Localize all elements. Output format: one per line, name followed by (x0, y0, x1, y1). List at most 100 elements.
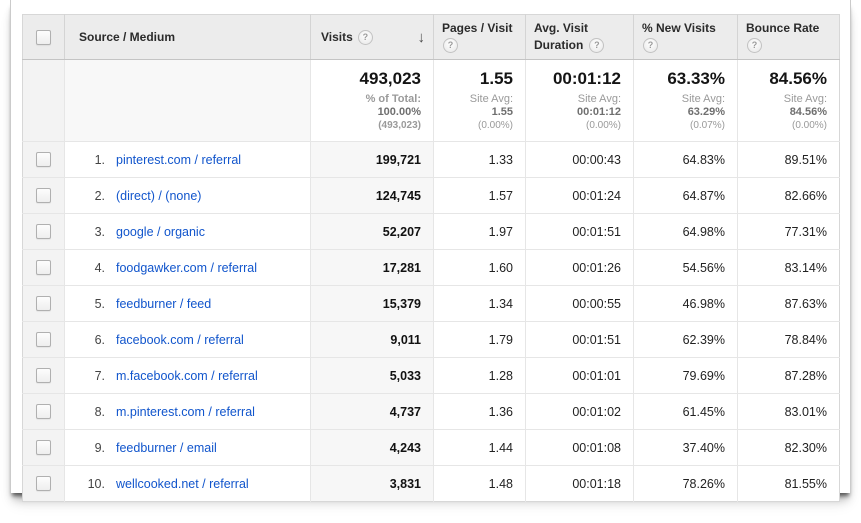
avg-duration-cell: 00:00:55 (526, 286, 634, 322)
row-checkbox[interactable] (36, 152, 51, 167)
row-checkbox[interactable] (36, 332, 51, 347)
row-rank: 1. (79, 153, 105, 167)
pages-visit-cell: 1.60 (434, 250, 526, 286)
source-medium-link[interactable]: m.facebook.com / referral (116, 369, 258, 383)
table-row: 7. m.facebook.com / referral 5,033 1.28 0… (23, 358, 840, 394)
total-visits: 493,023 (323, 69, 421, 89)
new-visits-cell: 62.39% (634, 322, 738, 358)
new-visits-cell: 61.45% (634, 394, 738, 430)
col-header-bounce-rate[interactable]: Bounce Rate ? (738, 15, 840, 60)
avg-duration-cell: 00:01:18 (526, 466, 634, 502)
table-row: 8.m.pinterest.com / referral 4,737 1.36 … (23, 394, 840, 430)
row-rank: 7. (79, 369, 105, 383)
pages-visit-cell: 1.97 (434, 214, 526, 250)
bounce-rate-cell: 81.55% (738, 466, 840, 502)
help-icon[interactable]: ? (747, 38, 762, 53)
bounce-rate-cell: 83.01% (738, 394, 840, 430)
bounce-rate-cell: 87.28% (738, 358, 840, 394)
row-checkbox[interactable] (36, 260, 51, 275)
help-icon[interactable]: ? (643, 38, 658, 53)
source-medium-link[interactable]: wellcooked.net / referral (116, 477, 249, 491)
bounce-rate-cell: 87.63% (738, 286, 840, 322)
new-visits-cell: 64.98% (634, 214, 738, 250)
source-medium-link[interactable]: facebook.com / referral (116, 333, 244, 347)
row-rank: 6. (79, 333, 105, 347)
source-medium-link[interactable]: (direct) / (none) (116, 189, 201, 203)
traffic-sources-table: Source / Medium Visits ? ↓ Pages / Visit… (22, 14, 840, 502)
new-visits-cell: 37.40% (634, 430, 738, 466)
visits-cell: 5,033 (311, 358, 434, 394)
row-checkbox[interactable] (36, 224, 51, 239)
sort-desc-icon[interactable]: ↓ (418, 30, 426, 45)
source-medium-link[interactable]: foodgawker.com / referral (116, 261, 257, 275)
help-icon[interactable]: ? (589, 38, 604, 53)
visits-cell: 199,721 (311, 142, 434, 178)
visits-cell: 3,831 (311, 466, 434, 502)
new-visits-cell: 54.56% (634, 250, 738, 286)
analytics-report-card: Source / Medium Visits ? ↓ Pages / Visit… (10, 0, 851, 493)
new-visits-cell: 46.98% (634, 286, 738, 322)
source-medium-link[interactable]: feedburner / email (116, 441, 217, 455)
col-label-duration: Duration (534, 38, 583, 52)
row-checkbox[interactable] (36, 404, 51, 419)
col-header-new-visits[interactable]: % New Visits ? (634, 15, 738, 60)
table-row: 1.pinterest.com / referral 199,721 1.33 … (23, 142, 840, 178)
pages-visit-cell: 1.57 (434, 178, 526, 214)
row-checkbox[interactable] (36, 368, 51, 383)
new-visits-cell: 64.83% (634, 142, 738, 178)
visits-cell: 15,379 (311, 286, 434, 322)
row-rank: 10. (79, 477, 105, 491)
visits-cell: 9,011 (311, 322, 434, 358)
select-all-checkbox[interactable] (36, 30, 51, 45)
select-all-header-cell (23, 15, 65, 60)
row-checkbox[interactable] (36, 296, 51, 311)
source-medium-link[interactable]: google / organic (116, 225, 205, 239)
table-row: 3.google / organic 52,207 1.97 00:01:51 … (23, 214, 840, 250)
avg-duration-cell: 00:01:01 (526, 358, 634, 394)
help-icon[interactable]: ? (358, 30, 373, 45)
pages-visit-cell: 1.34 (434, 286, 526, 322)
source-medium-link[interactable]: pinterest.com / referral (116, 153, 241, 167)
row-rank: 3. (79, 225, 105, 239)
summary-row: 493,023 % of Total: 100.00% (493,023) 1.… (23, 60, 840, 142)
col-header-avg-visit-duration[interactable]: Avg. Visit Duration? (526, 15, 634, 60)
help-icon[interactable]: ? (443, 38, 458, 53)
summary-avg-duration-cell: 00:01:12 Site Avg: 00:01:12 (0.00%) (526, 60, 634, 142)
pages-visit-cell: 1.79 (434, 322, 526, 358)
avg-duration-cell: 00:01:51 (526, 214, 634, 250)
col-header-pages-visit[interactable]: Pages / Visit ? (434, 15, 526, 60)
summary-checkbox-cell (23, 60, 65, 142)
bounce-rate-cell: 77.31% (738, 214, 840, 250)
col-label-avg-visit: Avg. Visit (534, 21, 588, 35)
table-row: 2.(direct) / (none) 124,745 1.57 00:01:2… (23, 178, 840, 214)
summary-new-visits-cell: 63.33% Site Avg: 63.29% (0.07%) (634, 60, 738, 142)
source-medium-link[interactable]: m.pinterest.com / referral (116, 405, 255, 419)
avg-duration-cell: 00:01:08 (526, 430, 634, 466)
new-visits-cell: 79.69% (634, 358, 738, 394)
row-checkbox[interactable] (36, 440, 51, 455)
table-row: 10.wellcooked.net / referral 3,831 1.48 … (23, 466, 840, 502)
row-rank: 4. (79, 261, 105, 275)
new-visits-cell: 64.87% (634, 178, 738, 214)
row-checkbox[interactable] (36, 188, 51, 203)
source-medium-link[interactable]: feedburner / feed (116, 297, 211, 311)
pages-visit-cell: 1.36 (434, 394, 526, 430)
table-row: 9.feedburner / email 4,243 1.44 00:01:08… (23, 430, 840, 466)
avg-duration-cell: 00:01:02 (526, 394, 634, 430)
table-row: 5. feedburner / feed 15,379 1.34 00:00:55… (23, 286, 840, 322)
bounce-rate-cell: 82.66% (738, 178, 840, 214)
col-header-source-medium[interactable]: Source / Medium (65, 15, 311, 60)
pages-visit-cell: 1.28 (434, 358, 526, 394)
table-row: 6.facebook.com / referral 9,011 1.79 00:… (23, 322, 840, 358)
visits-cell: 4,737 (311, 394, 434, 430)
bounce-rate-cell: 83.14% (738, 250, 840, 286)
avg-duration-cell: 00:01:24 (526, 178, 634, 214)
visits-cell: 17,281 (311, 250, 434, 286)
row-checkbox[interactable] (36, 476, 51, 491)
row-rank: 5. (79, 297, 105, 311)
screenshot-stage: Source / Medium Visits ? ↓ Pages / Visit… (0, 0, 861, 523)
col-label-bounce-rate: Bounce Rate (746, 21, 819, 35)
col-label-new-visits: % New Visits (642, 21, 716, 35)
new-visits-cell: 78.26% (634, 466, 738, 502)
col-header-visits[interactable]: Visits ? ↓ (311, 15, 434, 60)
